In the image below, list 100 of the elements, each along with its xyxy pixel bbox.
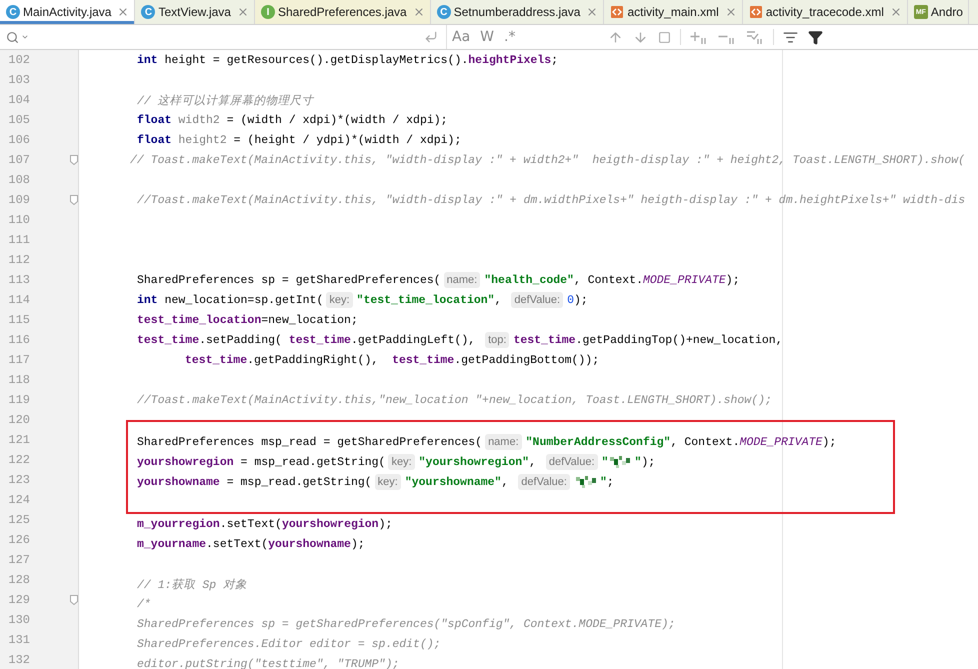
line-number: 110: [7, 213, 30, 227]
line-number: 108: [7, 173, 30, 187]
field-text: test_time: [513, 334, 576, 346]
code-text: .setPadding(: [199, 334, 283, 346]
close-icon[interactable]: [724, 6, 737, 18]
line-number: 122: [7, 453, 30, 467]
field-text: yourshowregion: [137, 456, 234, 468]
string-literal: "yourshowname": [404, 476, 502, 488]
line-number: 124: [7, 493, 30, 507]
code-line: editor.putString("testtime", "TRUMP");: [137, 658, 400, 669]
parameter-hint: defValue:: [511, 292, 564, 308]
string-literal: "NumberAddressConfig": [526, 436, 671, 448]
line-number: 107: [7, 153, 30, 167]
code-text: ,: [501, 476, 510, 488]
line-number: 126: [7, 533, 30, 547]
string-literal: ": [634, 456, 642, 468]
line-number: 120: [7, 413, 30, 427]
xml-file-icon: [610, 5, 624, 19]
line-number: 103: [7, 73, 30, 87]
line-number: 116: [7, 333, 30, 347]
line-number: 125: [7, 513, 30, 527]
code-text: SharedPreferences sp = getSharedPreferences(: [137, 274, 441, 286]
code-text: , Context.: [670, 436, 740, 448]
number-literal: 0: [567, 294, 574, 306]
parameter-hint: defValue:: [546, 454, 598, 470]
close-icon[interactable]: [117, 6, 130, 18]
string-literal: "health_code": [484, 274, 574, 286]
code-text: );: [822, 436, 836, 448]
code-text: );: [574, 294, 588, 306]
close-icon[interactable]: [890, 6, 902, 18]
close-icon[interactable]: [586, 6, 598, 18]
keyword-text: int: [137, 294, 158, 306]
fold-marker-icon[interactable]: [70, 155, 78, 165]
newline-icon: [424, 30, 438, 44]
parameter-hint: key:: [388, 454, 415, 470]
string-literal: ": [600, 476, 607, 488]
line-number: 109: [7, 193, 30, 207]
line-number: 111: [7, 233, 30, 247]
code-text: ,: [494, 294, 502, 306]
line-number: 127: [7, 553, 30, 567]
constant-text: MODE_PRIVATE: [740, 436, 822, 448]
line-number: 129: [7, 593, 30, 607]
string-literal: "yourshowregion": [418, 456, 530, 468]
class-icon: C: [436, 5, 451, 19]
editor-tab[interactable]: C MainActivity.java: [0, 0, 136, 24]
parameter-hint: defValue:: [518, 474, 570, 490]
string-literal: ": [602, 456, 608, 468]
code-text: , Context.: [574, 274, 643, 286]
search-option[interactable]: .*: [499, 29, 520, 45]
code-text: SharedPreferences msp_read = getSharedPreferences(: [137, 436, 482, 448]
xml-file-icon: [748, 5, 763, 19]
code-line: //Toast.makeText(MainActivity.this,"new_location "+new_location, Toast.LENGTH_SHORT).show();: [137, 394, 772, 406]
code-text: );: [726, 274, 740, 286]
line-number: 102: [7, 53, 30, 67]
fold-marker-icon[interactable]: [70, 595, 78, 605]
line-number: 104: [7, 93, 30, 107]
line-number: 117: [7, 353, 30, 367]
dropdown-icon: [21, 33, 29, 41]
parameter-hint: name:: [485, 434, 522, 450]
string-literal: "test_time_location": [356, 294, 495, 306]
editor-tab[interactable]: I SharedPreferences.java: [254, 0, 431, 24]
line-number: 105: [7, 113, 30, 127]
line-number: 112: [7, 253, 30, 267]
line-number: 131: [7, 633, 30, 647]
code-text: ;: [606, 476, 614, 488]
class-icon: C: [141, 5, 156, 19]
close-icon[interactable]: [412, 6, 425, 18]
code-line: int height = getResources().getDisplayMetrics().heightPixels;: [137, 54, 558, 66]
code-line: m_yourregion.setText(yourshowregion);: [137, 518, 392, 530]
interface-icon: I: [260, 5, 275, 19]
parameter-hint: name:: [444, 272, 480, 288]
code-text: .getPaddingTop()+new_location,: [576, 334, 783, 346]
code-line: SharedPreferences.Editor editor = sp.edit();: [137, 638, 441, 650]
code-line: /*: [137, 598, 151, 610]
editor-tab[interactable]: C Setnumberaddress.java: [430, 0, 604, 24]
code-line: // 这样可以计算屏幕的物理尺寸: [137, 93, 314, 108]
class-icon: C: [6, 5, 20, 19]
field-text: test_time: [288, 334, 351, 346]
code-line: // Toast.makeText(MainActivity.this, "width-display :" + width2+" heigth-display :" + height2, Toast.LENGTH_SHORT).show(: [130, 154, 966, 166]
line-number: 106: [7, 133, 30, 147]
line-number: 130: [7, 613, 30, 627]
fold-marker-icon[interactable]: [70, 195, 78, 205]
code-text: ,: [529, 456, 537, 468]
close-icon[interactable]: [236, 6, 249, 18]
code-line: float height2 = (height / ydpi)*(width / xdpi);: [137, 134, 462, 146]
line-number: 118: [7, 373, 30, 387]
code-line: // 1:获取 Sp 对象: [137, 578, 248, 592]
line-number: 123: [7, 473, 30, 487]
parameter-hint: top:: [485, 332, 510, 348]
parameter-hint: key:: [374, 474, 401, 490]
code-line: //Toast.makeText(MainActivity.this, "width-display :" + dm.widthPixels+" heigth-display :" + dm.heightPixels+" width-dis: [137, 194, 966, 206]
code-line: test_time.getPaddingRight(), test_time.getPaddingBottom());: [185, 354, 600, 366]
code-text: );: [641, 456, 656, 468]
search-icon: [6, 30, 19, 44]
code-line: SharedPreferences sp = getSharedPreferences("spConfig", Context.MODE_PRIVATE);: [137, 618, 676, 630]
constant-text: MODE_PRIVATE: [642, 274, 726, 286]
line-number: 113: [7, 273, 30, 287]
parameter-hint: key:: [326, 292, 353, 308]
code-text: = msp_read.getString(: [240, 456, 386, 468]
pixelated-text: [610, 455, 632, 469]
